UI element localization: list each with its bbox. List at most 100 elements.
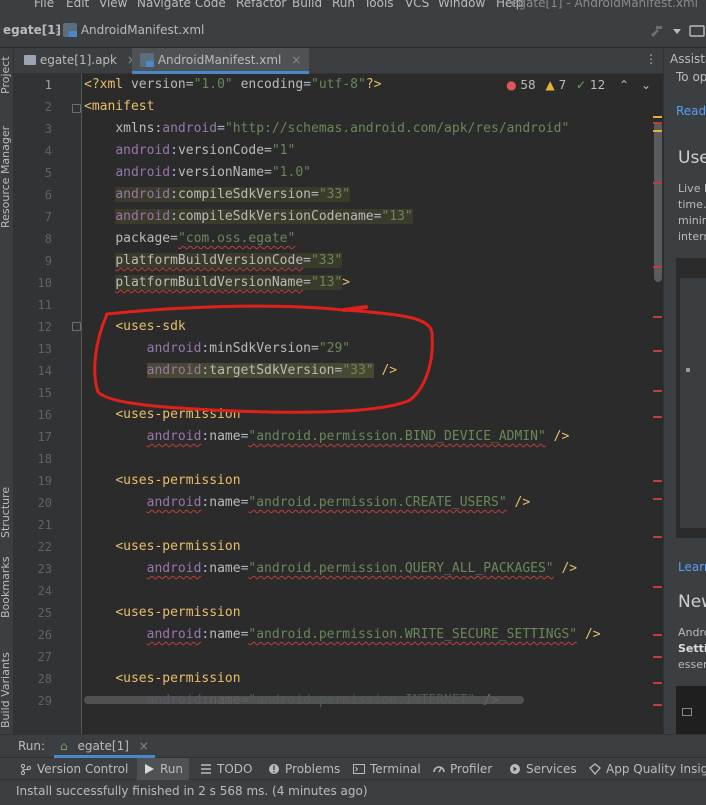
tool-label: Run <box>160 762 184 776</box>
line-number[interactable]: 8 <box>14 232 52 246</box>
menu-tools[interactable]: Tools <box>364 0 394 10</box>
line-number[interactable]: 26 <box>14 628 52 642</box>
todo-tool-button[interactable]: TODO <box>200 762 252 776</box>
stripe-mark <box>653 350 662 352</box>
tab-android-manifest[interactable]: AndroidManifest.xml × <box>132 48 310 74</box>
line-number[interactable]: 5 <box>14 166 52 180</box>
line-number[interactable]: 16 <box>14 408 52 422</box>
code-line-28: <uses-permission <box>115 671 241 686</box>
line-number[interactable]: 15 <box>14 386 52 400</box>
run-panel-header: Run: ⌂ egate[1] × <box>0 734 706 758</box>
line-number[interactable]: 19 <box>14 474 52 488</box>
services-icon <box>510 764 520 774</box>
menu-navigate[interactable]: Navigate <box>137 0 191 10</box>
services-tool-button[interactable]: Services <box>509 762 577 776</box>
assistant-text: Andro <box>678 626 706 639</box>
build-hammer-icon[interactable] <box>648 22 666 40</box>
device-icon[interactable] <box>688 22 706 40</box>
line-number[interactable]: 21 <box>14 518 52 532</box>
next-highlight-icon[interactable]: ⌄ <box>641 78 651 92</box>
manifest-file-icon <box>63 23 77 37</box>
tab-label: AndroidManifest.xml <box>157 53 282 67</box>
menu-build[interactable]: Build <box>292 0 322 10</box>
structure-tool-button[interactable]: Structure <box>0 487 12 538</box>
build-variants-tool-button[interactable]: Build Variants <box>0 652 12 728</box>
line-number[interactable]: 13 <box>14 342 52 356</box>
close-icon[interactable]: × <box>139 739 149 753</box>
run-config-dropdown-icon[interactable] <box>668 22 686 40</box>
line-number[interactable]: 27 <box>14 650 52 664</box>
code-line-9: platformBuildVersionCode="33" <box>115 253 343 268</box>
error-stripe[interactable] <box>651 96 663 734</box>
resource-manager-tool-button[interactable]: Resource Manager <box>0 126 12 228</box>
inspection-widget[interactable]: ● 58 ▲ 7 ✓ 12 ⌃ ⌄ <box>506 78 651 92</box>
line-number[interactable]: 22 <box>14 540 52 554</box>
profiler-tool-button[interactable]: Profiler <box>433 762 492 776</box>
close-icon[interactable]: × <box>291 53 301 67</box>
line-number[interactable]: 23 <box>14 562 52 576</box>
terminal-tool-button[interactable]: Terminal <box>353 762 421 776</box>
tab-egate-apk[interactable]: egate[1].apk × <box>16 48 145 74</box>
app-quality-insights-tool-button[interactable]: App Quality Insights <box>589 762 706 776</box>
line-number[interactable]: 4 <box>14 144 52 158</box>
assistant-screenshot-image-2 <box>676 686 706 734</box>
run-config-tab[interactable]: ⌂ egate[1] × <box>54 735 155 758</box>
tool-label: Profiler <box>450 762 493 776</box>
breadcrumb-project[interactable]: egate[1] <box>3 23 61 37</box>
bookmarks-tool-button[interactable]: Bookmarks <box>0 557 12 618</box>
assistant-read-link[interactable]: Read <box>676 104 706 118</box>
line-number[interactable]: 29 <box>14 694 52 708</box>
line-number[interactable]: 20 <box>14 496 52 510</box>
status-message[interactable]: Install successfully finished in 2 s 568… <box>16 784 368 798</box>
menu-window[interactable]: Window <box>438 0 485 10</box>
line-number[interactable]: 10 <box>14 276 52 290</box>
line-number[interactable]: 9 <box>14 254 52 268</box>
tool-label: Terminal <box>370 762 421 776</box>
line-number[interactable]: 17 <box>14 430 52 444</box>
tool-label: Services <box>526 762 577 776</box>
fold-uses-sdk-icon[interactable] <box>72 322 81 331</box>
line-number[interactable]: 24 <box>14 584 52 598</box>
code-line-17: android:name="android.permission.BIND_DE… <box>146 429 570 444</box>
horizontal-scrollbar[interactable] <box>84 696 524 704</box>
line-number[interactable]: 28 <box>14 672 52 686</box>
breadcrumb-file[interactable]: AndroidManifest.xml <box>63 23 204 37</box>
line-number[interactable]: 1 <box>14 78 52 92</box>
line-number[interactable]: 14 <box>14 364 52 378</box>
assistant-heading-use: Use <box>678 148 706 168</box>
vertical-scrollbar[interactable] <box>654 122 662 282</box>
previous-highlight-icon[interactable]: ⌃ <box>619 78 629 92</box>
menu-file[interactable]: File <box>34 0 54 10</box>
line-number[interactable]: 6 <box>14 188 52 202</box>
stripe-mark <box>653 182 662 184</box>
code-line-26: android:name="android.permission.WRITE_S… <box>146 627 601 642</box>
fold-manifest-icon[interactable] <box>72 104 81 113</box>
code-editor[interactable]: 1 2 3 4 5 6 7 8 9 10 11 12 13 14 15 16 17 18 19 20 21 22 23 24 2… <box>14 74 663 734</box>
menu-vcs[interactable]: VCS <box>405 0 429 10</box>
breadcrumb-separator-icon: › <box>55 23 60 37</box>
more-tabs-icon[interactable]: ⋮ <box>645 52 657 66</box>
run-tool-button[interactable]: Run <box>137 758 190 780</box>
menu-edit[interactable]: Edit <box>66 0 89 10</box>
tool-window-bar: Version Control Run TODO Problems Termin… <box>0 758 706 780</box>
line-number[interactable]: 3 <box>14 122 52 136</box>
line-number[interactable]: 25 <box>14 606 52 620</box>
line-number[interactable]: 18 <box>14 452 52 466</box>
line-number[interactable]: 7 <box>14 210 52 224</box>
stripe-mark <box>653 586 662 588</box>
menu-view[interactable]: View <box>99 0 127 10</box>
menu-refactor[interactable]: Refactor <box>236 0 286 10</box>
menu-code[interactable]: Code <box>195 0 226 10</box>
version-control-tool-button[interactable]: Version Control <box>20 762 128 776</box>
project-tool-button[interactable]: Project <box>0 56 12 94</box>
left-tool-strip: Project Resource Manager Structure Bookm… <box>0 48 14 734</box>
problems-tool-button[interactable]: Problems <box>268 762 340 776</box>
menu-run[interactable]: Run <box>332 0 355 10</box>
line-number[interactable]: 12 <box>14 320 52 334</box>
code-line-1: <?xml version="1.0" encoding="utf-8"?> <box>84 77 382 92</box>
warning-count: 7 <box>558 78 567 92</box>
assistant-learn-link[interactable]: Learn <box>678 560 706 574</box>
line-number[interactable]: 11 <box>14 298 52 312</box>
stripe-mark <box>653 656 662 658</box>
line-number[interactable]: 2 <box>14 100 52 114</box>
